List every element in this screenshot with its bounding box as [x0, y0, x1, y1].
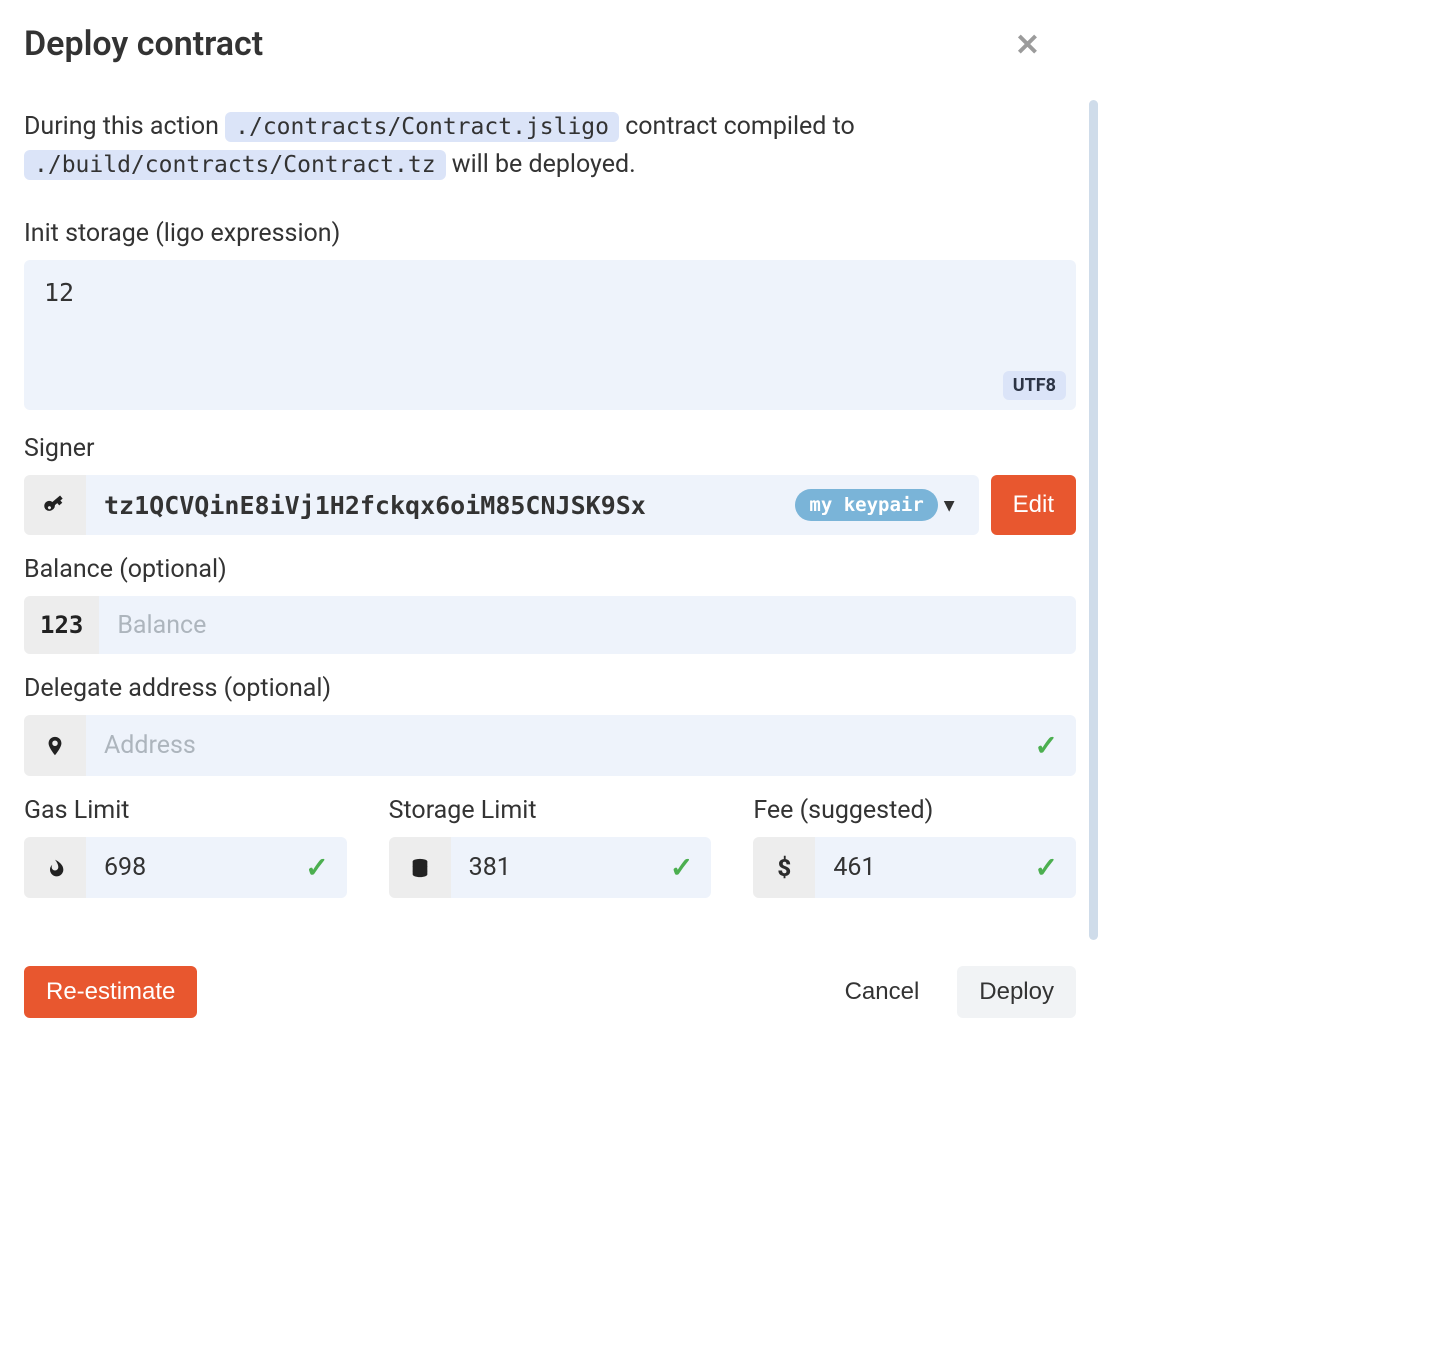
build-path-chip: ./build/contracts/Contract.tz — [24, 150, 446, 180]
fee-value: 461 — [833, 853, 875, 882]
database-icon — [389, 837, 451, 898]
fee-label: Fee (suggested) — [753, 796, 1076, 825]
desc-suffix: will be deployed. — [452, 150, 636, 179]
delegate-label: Delegate address (optional) — [24, 674, 1076, 703]
delegate-placeholder: Address — [104, 731, 196, 760]
pin-icon — [24, 715, 86, 776]
deploy-button[interactable]: Deploy — [957, 966, 1076, 1018]
fee-input[interactable]: 461 ✓ — [815, 837, 1076, 898]
storage-limit-value: 381 — [469, 853, 511, 882]
balance-input[interactable]: Balance — [99, 596, 1076, 654]
delegate-input[interactable]: Address ✓ — [86, 715, 1076, 776]
encoding-badge[interactable]: UTF8 — [1003, 371, 1066, 400]
modal-title: Deploy contract — [24, 24, 1076, 64]
balance-placeholder: Balance — [117, 611, 206, 640]
init-storage-label: Init storage (ligo expression) — [24, 219, 1076, 248]
signer-address-field[interactable]: tz1QCVQinE8iVj1H2fckqx6oiM85CNJSK9Sx my … — [86, 475, 979, 535]
keypair-badge[interactable]: my keypair — [795, 489, 937, 521]
edit-signer-button[interactable]: Edit — [991, 475, 1076, 535]
close-icon[interactable]: ✕ — [1015, 28, 1040, 63]
chevron-down-icon[interactable]: ▼ — [942, 495, 961, 516]
init-storage-value: 12 — [44, 278, 1056, 307]
balance-addon: 123 — [24, 596, 99, 654]
check-icon: ✓ — [1035, 729, 1058, 762]
deploy-contract-modal: ✕ Deploy contract During this action ./c… — [0, 0, 1100, 1046]
check-icon: ✓ — [670, 851, 693, 884]
signer-address: tz1QCVQinE8iVj1H2fckqx6oiM85CNJSK9Sx — [104, 491, 646, 520]
reestimate-button[interactable]: Re-estimate — [24, 966, 197, 1018]
key-icon — [24, 475, 86, 535]
signer-label: Signer — [24, 434, 1076, 463]
desc-prefix: During this action — [24, 112, 225, 141]
scrollbar[interactable] — [1089, 100, 1098, 940]
storage-limit-label: Storage Limit — [389, 796, 712, 825]
check-icon: ✓ — [305, 851, 328, 884]
desc-mid: contract compiled to — [625, 112, 855, 141]
init-storage-input[interactable]: 12 UTF8 — [24, 260, 1076, 410]
gas-limit-label: Gas Limit — [24, 796, 347, 825]
source-path-chip: ./contracts/Contract.jsligo — [225, 112, 619, 142]
fire-icon — [24, 837, 86, 898]
storage-limit-input[interactable]: 381 ✓ — [451, 837, 712, 898]
cancel-button[interactable]: Cancel — [823, 966, 942, 1018]
check-icon: ✓ — [1035, 851, 1058, 884]
description: During this action ./contracts/Contract.… — [24, 108, 1076, 183]
balance-label: Balance (optional) — [24, 555, 1076, 584]
gas-limit-value: 698 — [104, 853, 146, 882]
dollar-icon: $ — [753, 837, 815, 898]
gas-limit-input[interactable]: 698 ✓ — [86, 837, 347, 898]
